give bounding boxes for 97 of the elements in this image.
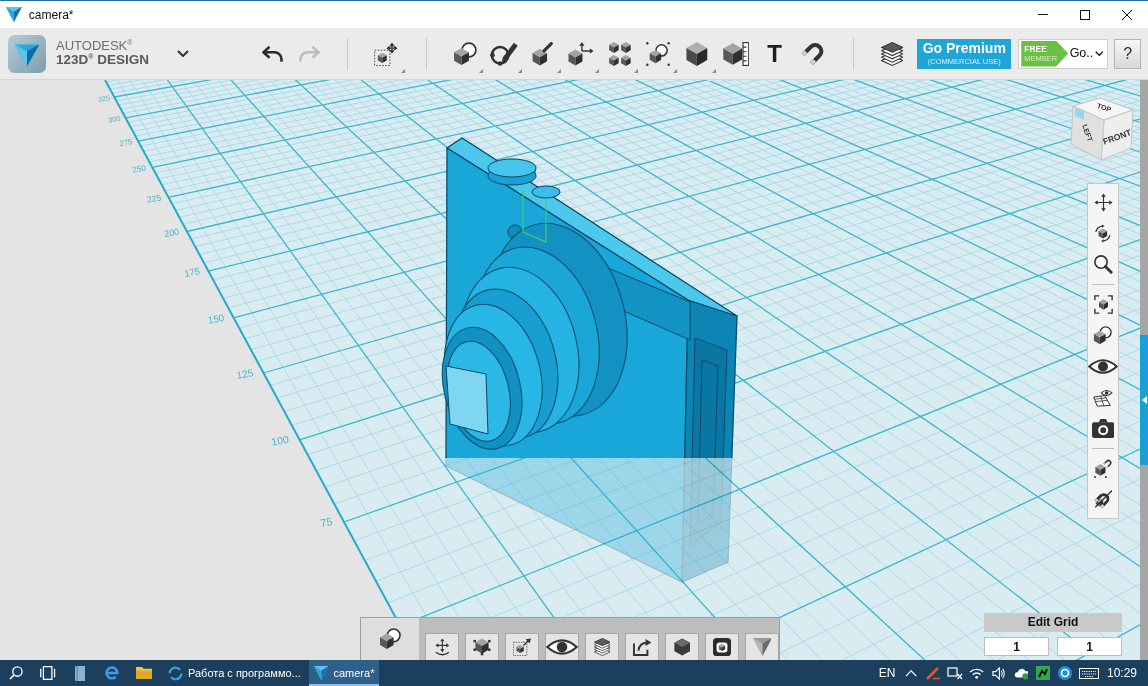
task-view-icon [40, 666, 56, 680]
dropdown-corner-icon [595, 68, 600, 73]
undo-icon [262, 45, 284, 62]
visibility-button[interactable] [545, 633, 579, 660]
logo-button[interactable] [745, 633, 779, 660]
nodes-button[interactable] [465, 633, 499, 660]
magnet-crossed-icon [1093, 490, 1113, 509]
camera-icon [1091, 419, 1115, 438]
cube-ruler-icon [722, 41, 749, 66]
ruler-label: 75 [319, 515, 334, 530]
pencil-circle-icon [489, 41, 518, 66]
ruler-label: 250 [131, 163, 147, 175]
chevron-down-icon [177, 50, 189, 57]
cube-orbit-icon [1095, 224, 1111, 243]
grid-size-field[interactable]: 1 [1057, 637, 1122, 656]
input-language-button[interactable]: EN [874, 660, 900, 686]
app-logo-icon [8, 34, 46, 73]
cube-brush-icon [531, 41, 554, 66]
cube-frame-icon [713, 638, 731, 656]
caret-up-icon [904, 669, 918, 677]
close-icon [1122, 9, 1132, 20]
cube-sphere-icon [452, 41, 478, 66]
move-button[interactable] [425, 633, 459, 660]
magnet-icon [801, 41, 826, 66]
cube-brackets-icon [1093, 295, 1113, 314]
layers-button[interactable] [585, 633, 619, 660]
search-icon [9, 666, 23, 680]
e-shaped-logo-icon [104, 666, 120, 680]
scale-button[interactable] [505, 633, 539, 660]
corner-marker-icon [1075, 108, 1084, 120]
ruler-label: 125 [235, 367, 255, 381]
cube-circle-corners-icon [646, 41, 671, 66]
ruler-label: 100 [270, 432, 290, 448]
grid-eye-icon [1093, 388, 1113, 407]
product-name: 123D$^{®}$ DESIGN [56, 53, 150, 69]
account-menu-button[interactable]: Go.. [1068, 39, 1106, 68]
grid-size-field[interactable]: 1 [984, 637, 1049, 656]
text-tool-button[interactable]: T [755, 31, 794, 76]
cube-nodes-icon [473, 638, 491, 656]
snapshot-button[interactable] [705, 633, 739, 660]
app-icon [6, 7, 22, 22]
circular-arrows-icon [168, 665, 183, 681]
cube-icon [686, 41, 708, 66]
layers-icon [880, 41, 904, 66]
window-title: camera* [28, 6, 74, 24]
export-button[interactable] [625, 633, 659, 660]
pen-mark-icon [925, 666, 941, 680]
ruler-label: 150 [207, 311, 226, 326]
dropdown-corner-icon [400, 68, 405, 73]
cloud-sync-icon [1013, 666, 1029, 680]
network-error-icon [947, 666, 963, 680]
cube-scale-icon [512, 638, 532, 656]
notebook-icon [74, 665, 86, 681]
dropdown-corner-icon [479, 68, 484, 73]
ruler-label: 200 [163, 226, 180, 240]
cube-sphere-icon [378, 628, 402, 650]
redo-icon [299, 45, 321, 62]
dropdown-corner-icon [634, 68, 639, 73]
taskbar-app-button[interactable]: Работа с программо... [163, 660, 306, 686]
keyboard-icon [1079, 667, 1099, 679]
ruler-label: 175 [183, 265, 201, 279]
hexagon-icon [673, 638, 691, 656]
help-button[interactable]: ? [1114, 38, 1142, 69]
taskbar-app-button[interactable]: camera* [308, 660, 380, 686]
minimize-icon [1038, 14, 1048, 15]
round-badge-icon [1058, 666, 1072, 680]
dropdown-corner-icon [672, 68, 677, 73]
cubes-grid-icon [608, 41, 631, 66]
triangle-logo-icon [313, 666, 329, 680]
company-name: AUTODESK$^{®}$ [56, 38, 134, 53]
edit-grid-header: Edit Grid [984, 613, 1122, 632]
dropdown-corner-icon [711, 68, 716, 73]
panel-toggle-tab[interactable] [1140, 335, 1148, 465]
dropdown-corner-icon [556, 68, 561, 73]
move-arrows-icon [1093, 193, 1113, 212]
wifi-icon [969, 667, 985, 679]
cube-move-icon [374, 41, 399, 66]
clock-button[interactable]: 10:29 [1102, 660, 1142, 686]
chevron-down-icon [1095, 51, 1104, 56]
cube-sphere-icon [1093, 326, 1113, 345]
dropdown-corner-icon [518, 68, 523, 73]
caret-left-icon [1141, 396, 1147, 404]
cube-magnet-icon [1093, 459, 1113, 478]
move-arrows-icon [434, 638, 450, 656]
cube-axes-icon [568, 41, 594, 66]
eye-icon [546, 638, 578, 656]
magnifier-icon [1093, 255, 1113, 274]
free-label: FREE [1024, 44, 1048, 53]
ruler-label: 225 [146, 192, 163, 205]
triangle-logo-icon [752, 638, 772, 656]
folder-icon [135, 667, 153, 679]
speaker-icon [992, 666, 1006, 680]
app-tile-icon [1036, 666, 1050, 680]
layers-icon [593, 638, 611, 656]
export-icon [632, 638, 652, 656]
material-button[interactable] [665, 633, 699, 660]
maximize-icon [1080, 9, 1090, 20]
